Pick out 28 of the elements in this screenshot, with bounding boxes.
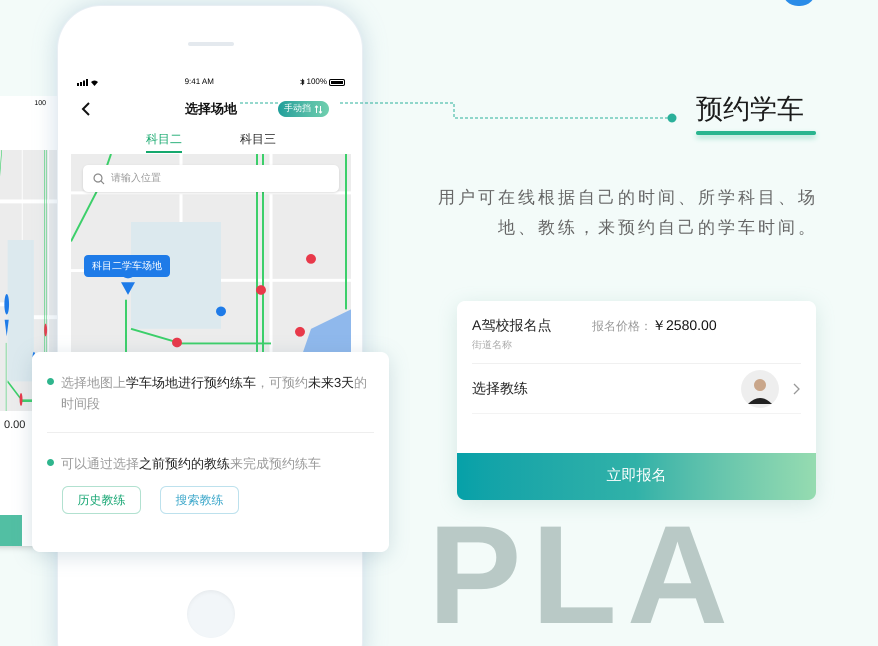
price-text: 0.00 (4, 418, 26, 433)
search-icon (93, 173, 105, 185)
tip-text: 可以通过选择之前预约的教练来完成预约练车 (61, 455, 321, 473)
section-description: 用户可在线根据自己的时间、所学科目、场地、教练，来预约自己的学车时间。 (437, 187, 818, 239)
street-name: 街道名称 (472, 339, 513, 353)
shift-icon (314, 104, 323, 114)
search-field[interactable]: 请输入位置 (83, 165, 339, 192)
coach-button[interactable]: 历史教练 (62, 486, 141, 514)
signup-button[interactable]: 立即报名 (457, 453, 816, 500)
chevron-right-icon[interactable] (793, 382, 801, 394)
battery-icon (328, 78, 345, 86)
page-title: 选择场地 (185, 100, 237, 118)
coach-label: 选择教练 (472, 379, 529, 398)
transmission-badge: 手动挡 (278, 101, 329, 117)
bluetooth-icon (300, 78, 305, 86)
backdrop-text: PLA (428, 505, 738, 645)
school-name: A驾校报名点 (472, 316, 552, 335)
price-label: 报名价格： (592, 318, 652, 335)
section-title: 预约学车 (696, 93, 804, 126)
price-value: ￥2580.00 (652, 316, 717, 335)
coach-button[interactable]: 搜索教练 (160, 486, 239, 514)
subject-tab[interactable]: 科目三 (240, 126, 276, 153)
battery-text: 100% (306, 76, 327, 88)
back-icon[interactable] (81, 102, 91, 116)
avatar-silhouette (741, 370, 779, 408)
tip-text: 选择地图上学车场地进行预约练车，可预约未来3天的时间段 (61, 374, 368, 413)
status-time: 9:41 AM (184, 76, 214, 88)
signal-wifi-icon (77, 78, 99, 86)
